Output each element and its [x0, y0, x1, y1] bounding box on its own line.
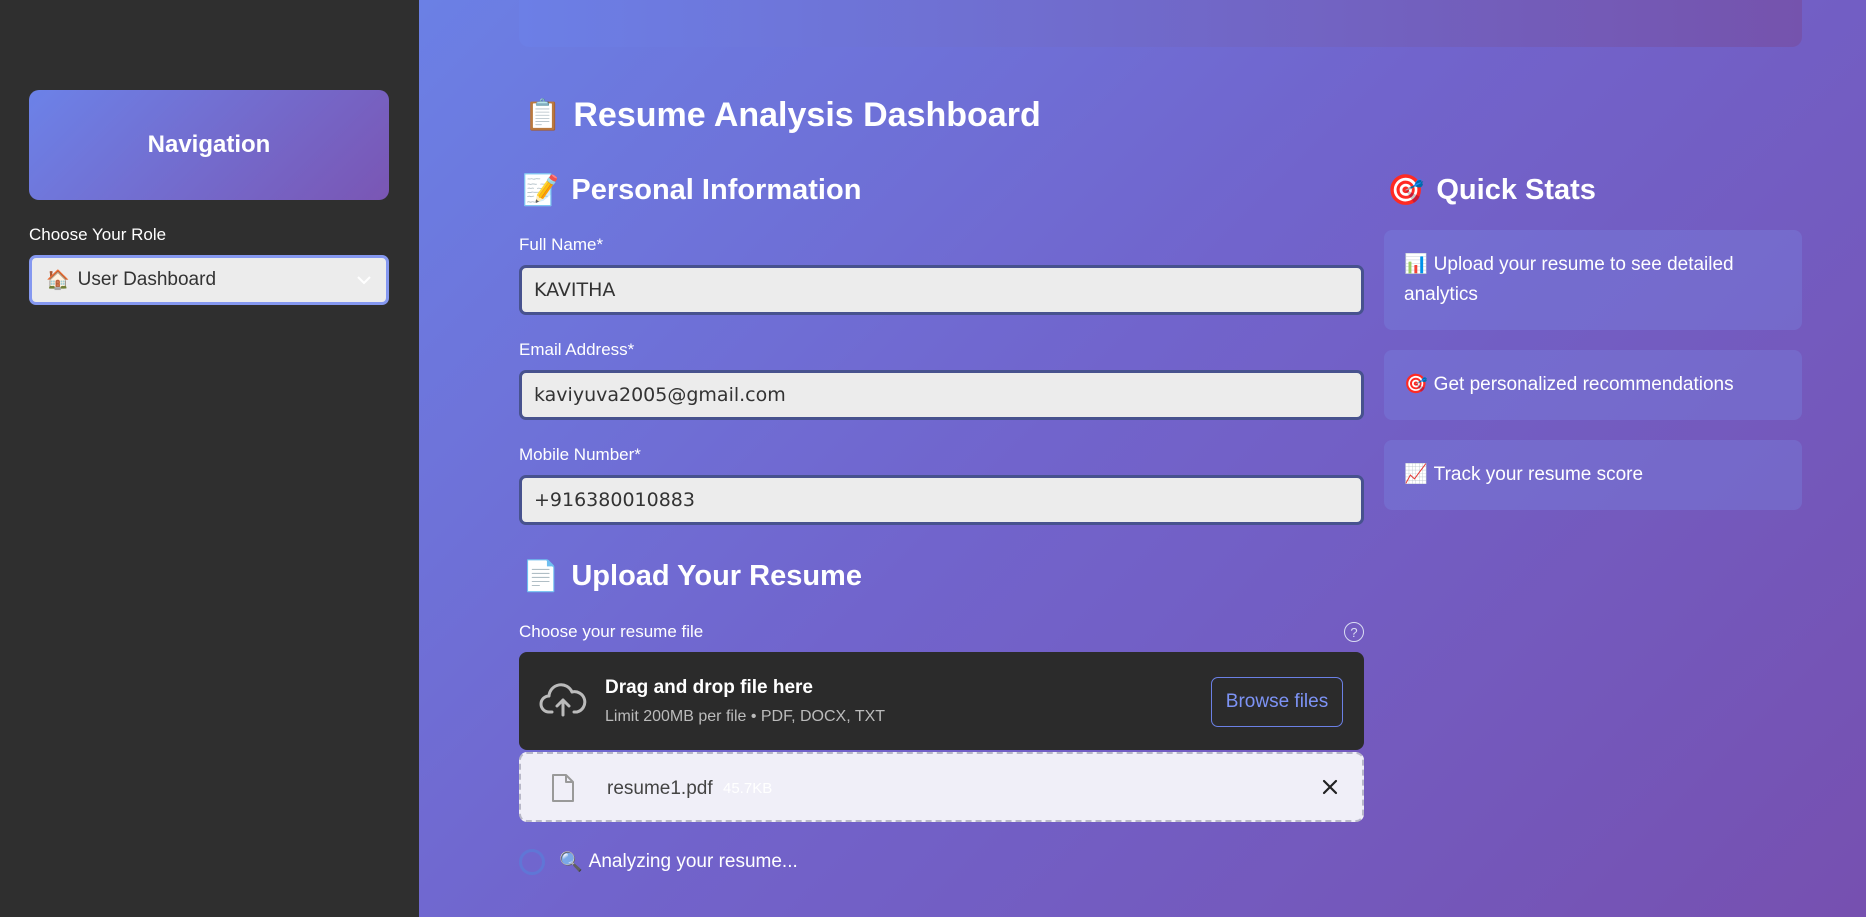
file-icon: [551, 773, 575, 808]
target-icon: 🎯: [1387, 174, 1425, 207]
sidebar: Navigation Choose Your Role 🏠 User Dashb…: [0, 0, 419, 917]
house-icon: 🏠: [46, 270, 70, 291]
stat-text: Upload your resume to see detailed analy…: [1404, 254, 1734, 305]
personal-info-title: Personal Information: [571, 174, 862, 206]
uploaded-file: resume1.pdf 45.7KB: [519, 752, 1364, 822]
quick-stats-heading: 🎯 Quick Stats: [1387, 173, 1596, 208]
file-name: resume1.pdf: [607, 778, 713, 799]
analyzing-text: Analyzing your resume...: [588, 851, 798, 872]
target-icon: 🎯: [1404, 374, 1428, 395]
file-size: 45.7KB: [723, 780, 773, 797]
file-dropzone[interactable]: Drag and drop file here Limit 200MB per …: [519, 652, 1364, 750]
dropzone-limit: Limit 200MB per file • PDF, DOCX, TXT: [605, 708, 886, 725]
quick-stats-title: Quick Stats: [1436, 174, 1596, 206]
dashboard-title: 📋 Resume Analysis Dashboard: [524, 96, 1041, 135]
upload-title: Upload Your Resume: [571, 560, 862, 592]
role-select-value: User Dashboard: [77, 269, 217, 290]
full-name-value: KAVITHA: [534, 279, 616, 301]
mobile-value: +916380010883: [534, 489, 695, 511]
upload-heading: 📄 Upload Your Resume: [522, 559, 862, 594]
personal-info-heading: 📝 Personal Information: [522, 173, 861, 208]
memo-icon: 📝: [522, 174, 560, 207]
stat-card-score: 📈 Track your resume score: [1384, 440, 1802, 510]
email-value: kaviyuva2005@gmail.com: [534, 384, 786, 406]
mobile-input[interactable]: +916380010883: [519, 475, 1364, 525]
role-select[interactable]: 🏠 User Dashboard: [29, 255, 389, 305]
chevron-down-icon: [356, 275, 372, 285]
full-name-input[interactable]: KAVITHA: [519, 265, 1364, 315]
header-banner: [519, 0, 1802, 47]
navigation-title: Navigation: [147, 131, 271, 158]
role-label: Choose Your Role: [29, 225, 167, 244]
analyzing-status: 🔍 Analyzing your resume...: [559, 850, 798, 874]
stat-card-recommendations: 🎯 Get personalized recommendations: [1384, 350, 1802, 420]
main-content: 📋 Resume Analysis Dashboard 📝 Personal I…: [419, 0, 1866, 917]
email-input[interactable]: kaviyuva2005@gmail.com: [519, 370, 1364, 420]
stat-text: Track your resume score: [1433, 464, 1644, 485]
email-label: Email Address*: [519, 340, 635, 359]
cloud-upload-icon: [539, 682, 587, 723]
navigation-header: Navigation: [29, 90, 389, 200]
choose-file-label: Choose your resume file: [519, 622, 704, 641]
bar-chart-icon: 📊: [1404, 254, 1428, 275]
full-name-label: Full Name*: [519, 235, 604, 254]
stat-text: Get personalized recommendations: [1433, 374, 1734, 395]
page-icon: 📄: [522, 560, 560, 593]
clipboard-icon: 📋: [524, 99, 562, 132]
loading-spinner: [519, 849, 545, 875]
magnifier-icon: 🔍: [559, 852, 583, 873]
stat-card-analytics: 📊 Upload your resume to see detailed anal…: [1384, 230, 1802, 330]
trending-up-icon: 📈: [1404, 464, 1428, 485]
dropzone-title: Drag and drop file here: [605, 677, 813, 698]
browse-files-button[interactable]: Browse files: [1211, 677, 1343, 727]
mobile-label: Mobile Number*: [519, 445, 641, 464]
dashboard-title-text: Resume Analysis Dashboard: [573, 96, 1041, 134]
close-icon[interactable]: [1321, 778, 1339, 801]
help-icon[interactable]: ?: [1344, 622, 1364, 642]
